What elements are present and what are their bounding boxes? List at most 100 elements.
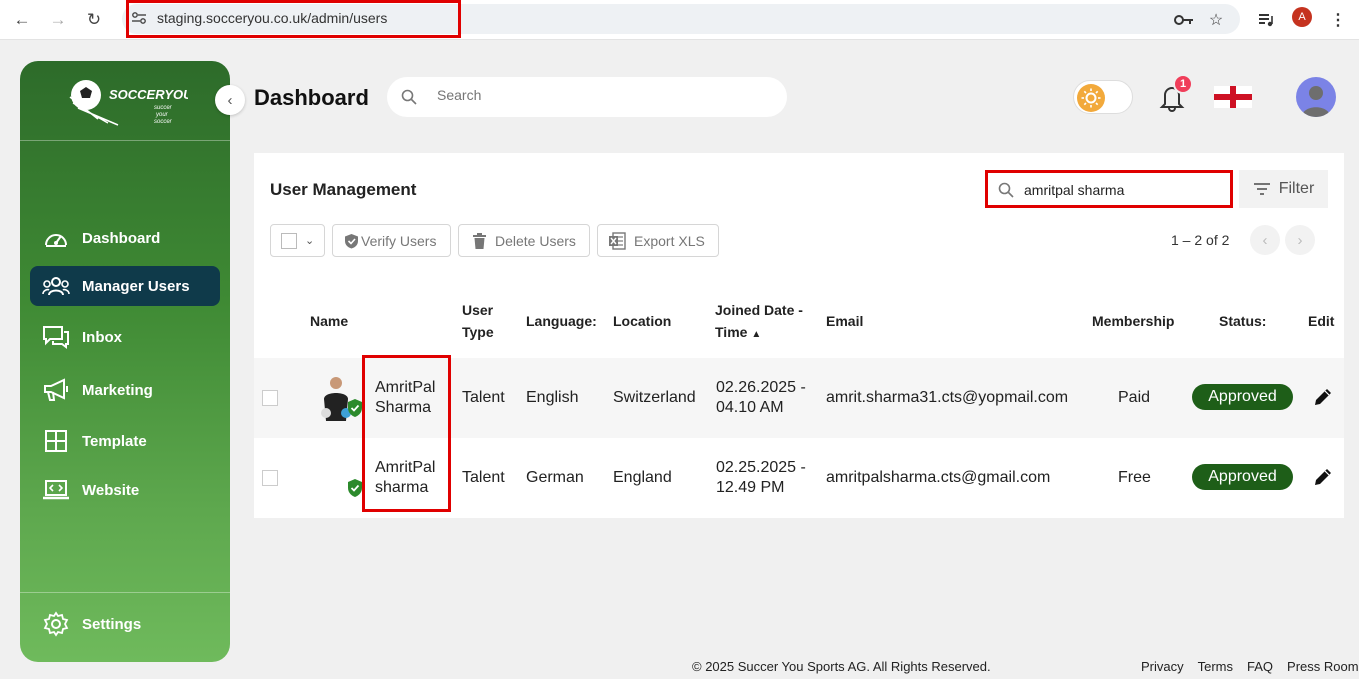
- sidebar-item-template[interactable]: Template: [30, 421, 220, 461]
- footer-link-terms[interactable]: Terms: [1198, 659, 1233, 674]
- page-title: Dashboard: [254, 85, 369, 110]
- england-flag-icon[interactable]: [1214, 86, 1252, 108]
- sidebar-item-label: Template: [82, 432, 147, 450]
- sidebar-divider: [20, 140, 230, 141]
- next-page-button[interactable]: ›: [1285, 225, 1315, 255]
- global-search[interactable]: [387, 77, 787, 117]
- delete-users-button[interactable]: Delete Users: [458, 224, 590, 257]
- user-avatar[interactable]: [1296, 77, 1336, 117]
- reload-icon[interactable]: ↻: [82, 8, 106, 32]
- filter-button[interactable]: Filter: [1239, 170, 1328, 208]
- column-header-user-type: User Type: [462, 302, 494, 340]
- notification-count-badge: 1: [1173, 74, 1193, 94]
- copyright-text: © 2025 Succer You Sports AG. All Rights …: [692, 659, 991, 674]
- user-search-field[interactable]: amritpal sharma: [985, 170, 1233, 208]
- joined-date: 02.25.2025 -12.49 PM: [716, 459, 806, 496]
- user-email: amritpalsharma.cts@gmail.com: [826, 469, 1051, 486]
- select-all-checkbox[interactable]: [281, 232, 297, 249]
- footer-link-faq[interactable]: FAQ: [1247, 659, 1273, 674]
- shield-check-icon: [344, 233, 359, 249]
- theme-toggle[interactable]: [1073, 80, 1133, 114]
- verified-shield-icon: [348, 479, 362, 497]
- sun-icon: [1077, 84, 1105, 112]
- select-all-dropdown[interactable]: ⌄: [270, 224, 325, 257]
- sort-icon[interactable]: ▲︎: [751, 329, 761, 340]
- sidebar-collapse-button[interactable]: ‹: [215, 85, 245, 115]
- user-type: Talent: [462, 389, 505, 406]
- column-header-status: Status:: [1219, 313, 1267, 329]
- card-title: User Management: [270, 180, 417, 199]
- delete-users-label: Delete Users: [495, 232, 576, 249]
- gear-icon: [42, 611, 70, 637]
- user-location: Switzerland: [613, 389, 696, 406]
- search-icon: [401, 89, 417, 105]
- search-input[interactable]: [437, 87, 757, 103]
- sidebar-item-label: Manager Users: [82, 277, 190, 295]
- edit-pencil-icon[interactable]: [1312, 386, 1334, 408]
- search-icon: [998, 182, 1014, 198]
- svg-text:soccer: soccer: [154, 119, 173, 125]
- browser-menu-icon[interactable]: ⋮: [1326, 8, 1350, 32]
- joined-date: 02.26.2025 -04.10 AM: [716, 379, 806, 416]
- user-email: amrit.sharma31.cts@yopmail.com: [826, 389, 1069, 406]
- column-header-language: Language:: [526, 313, 597, 329]
- user-language: German: [526, 469, 584, 486]
- password-key-icon[interactable]: [1172, 8, 1196, 32]
- trash-icon: [473, 232, 486, 249]
- verify-users-button[interactable]: Verify Users: [332, 224, 451, 257]
- sidebar-item-label: Inbox: [82, 328, 122, 346]
- row-checkbox[interactable]: [262, 470, 278, 486]
- row-checkbox[interactable]: [262, 390, 278, 406]
- forward-icon[interactable]: →: [46, 8, 70, 32]
- edit-pencil-icon[interactable]: [1312, 466, 1334, 488]
- user-location: England: [613, 469, 672, 486]
- footer-link-press-room[interactable]: Press Room: [1287, 659, 1359, 674]
- export-xls-label: Export XLS: [634, 232, 705, 249]
- back-icon[interactable]: ←: [10, 8, 34, 32]
- chat-icon: [42, 325, 70, 349]
- sidebar-item-label: Dashboard: [82, 229, 161, 247]
- bookmark-star-icon[interactable]: ☆: [1204, 8, 1228, 32]
- membership-value: Free: [1118, 469, 1151, 486]
- user-search-value[interactable]: amritpal sharma: [1024, 182, 1124, 198]
- media-queue-icon[interactable]: [1254, 8, 1278, 32]
- column-header-email: Email: [826, 313, 864, 329]
- svg-text:SOCCERYOU: SOCCERYOU: [109, 87, 188, 102]
- sidebar-item-website[interactable]: Website: [30, 470, 220, 510]
- svg-text:your: your: [155, 112, 169, 118]
- sidebar-item-inbox[interactable]: Inbox: [30, 317, 220, 357]
- socceryou-logo: SOCCERYOU succer your soccer: [69, 80, 188, 126]
- column-header-edit: Edit: [1308, 313, 1335, 329]
- column-header-membership: Membership: [1092, 313, 1175, 329]
- filter-icon: [1253, 183, 1270, 195]
- sidebar-item-marketing[interactable]: Marketing: [30, 370, 220, 410]
- svg-text:succer: succer: [154, 105, 173, 111]
- sidebar-item-dashboard[interactable]: Dashboard: [30, 218, 220, 258]
- column-header-name: Name: [310, 313, 349, 329]
- browser-profile-avatar[interactable]: A: [1292, 7, 1312, 27]
- url-highlight-box: [126, 0, 461, 38]
- megaphone-icon: [42, 378, 70, 402]
- user-language: English: [526, 389, 579, 406]
- previous-page-button[interactable]: ‹: [1250, 225, 1280, 255]
- verify-users-label: Verify Users: [361, 232, 437, 249]
- sidebar-item-label: Website: [82, 481, 140, 499]
- footer-links: Privacy Terms FAQ Press Room: [1141, 659, 1359, 674]
- sidebar-divider: [20, 592, 230, 593]
- filter-label: Filter: [1278, 180, 1315, 197]
- excel-icon: [608, 231, 626, 250]
- laptop-code-icon: [42, 478, 70, 502]
- footer-link-privacy[interactable]: Privacy: [1141, 659, 1184, 674]
- export-xls-button[interactable]: Export XLS: [597, 224, 719, 257]
- column-header-joined-date[interactable]: Joined Date - Time ▲︎: [715, 299, 803, 346]
- grid-icon: [42, 429, 70, 453]
- column-header-location: Location: [613, 313, 672, 329]
- sidebar-item-manager-users[interactable]: Manager Users: [30, 266, 220, 306]
- sidebar-item-settings[interactable]: Settings: [30, 604, 220, 644]
- sidebar-item-label: Settings: [82, 615, 142, 633]
- status-badge: Approved: [1192, 464, 1293, 490]
- membership-value: Paid: [1118, 389, 1151, 406]
- chevron-down-icon: ⌄: [305, 235, 315, 247]
- user-type: Talent: [462, 469, 505, 486]
- name-highlight-box: [362, 355, 451, 512]
